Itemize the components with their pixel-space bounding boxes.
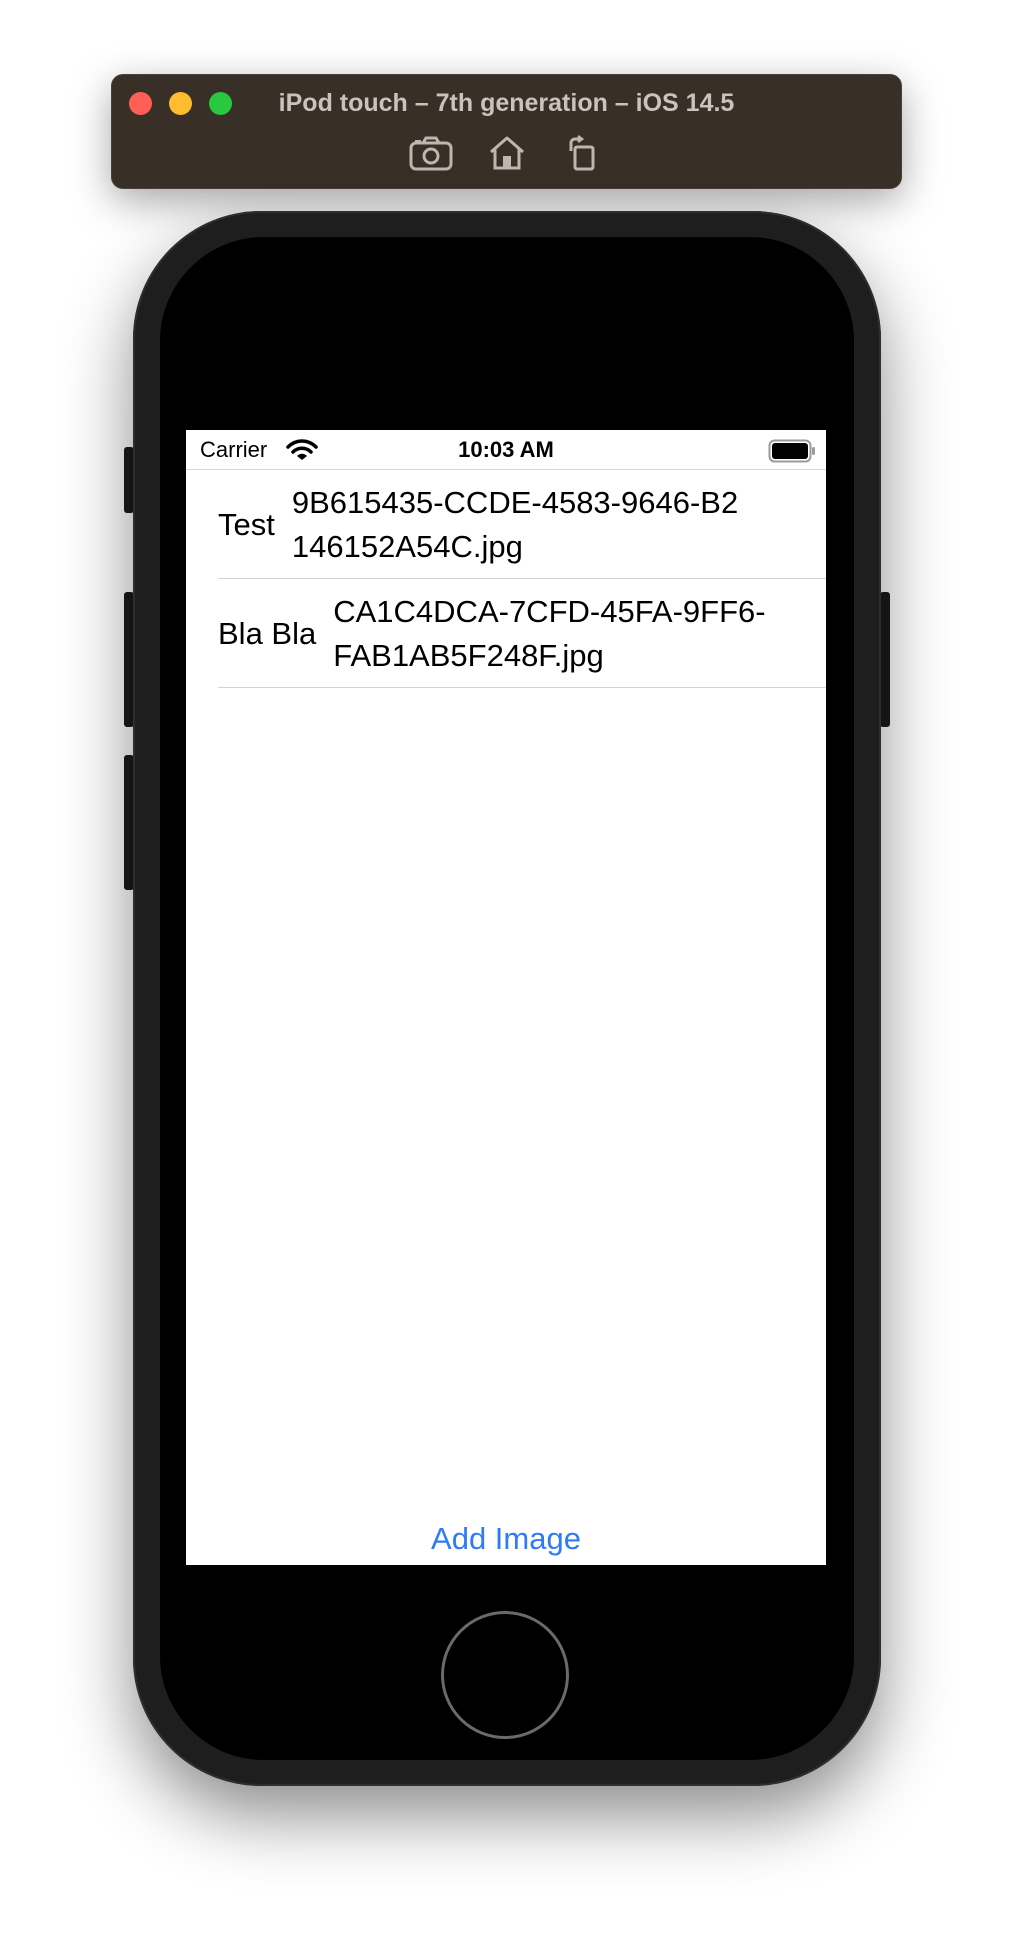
power-button [880, 592, 890, 727]
rotate-button[interactable] [560, 133, 606, 173]
add-image-button[interactable]: Add Image [186, 1517, 826, 1565]
screenshot-button[interactable] [408, 133, 454, 173]
image-list: Test 9B615435-CCDE-4583-9646-B2146152A54… [186, 470, 826, 688]
list-item[interactable]: Bla Bla CA1C4DCA-7CFD-45FA-9FF6-FAB1AB5F… [186, 579, 826, 688]
rotate-icon [569, 135, 594, 171]
simulator-toolbar [112, 133, 901, 173]
status-bar: Carrier 10:03 AM [186, 430, 826, 470]
list-item[interactable]: Test 9B615435-CCDE-4583-9646-B2146152A54… [186, 470, 826, 579]
home-button-tool[interactable] [484, 133, 530, 173]
item-filename: CA1C4DCA-7CFD-45FA-9FF6-FAB1AB5F248F.jpg [333, 593, 766, 673]
screenshot-icon [409, 136, 452, 171]
item-filename: 9B615435-CCDE-4583-9646-B2146152A54C.jpg [291, 484, 739, 564]
home-icon [489, 136, 524, 170]
device-home-button[interactable] [441, 1611, 569, 1739]
battery-icon [768, 439, 815, 463]
simulator-title: iPod touch – 7th generation – iOS 14.5 [278, 89, 735, 117]
simulator-title-bar: iPod touch – 7th generation – iOS 14.5 [111, 74, 902, 189]
status-time: 10:03 AM [458, 437, 554, 462]
item-title: Bla Bla [218, 615, 317, 651]
app-screen: Carrier 10:03 AM Test 9B615435-CCDE-4583… [186, 430, 826, 1565]
item-title: Test [218, 506, 275, 542]
